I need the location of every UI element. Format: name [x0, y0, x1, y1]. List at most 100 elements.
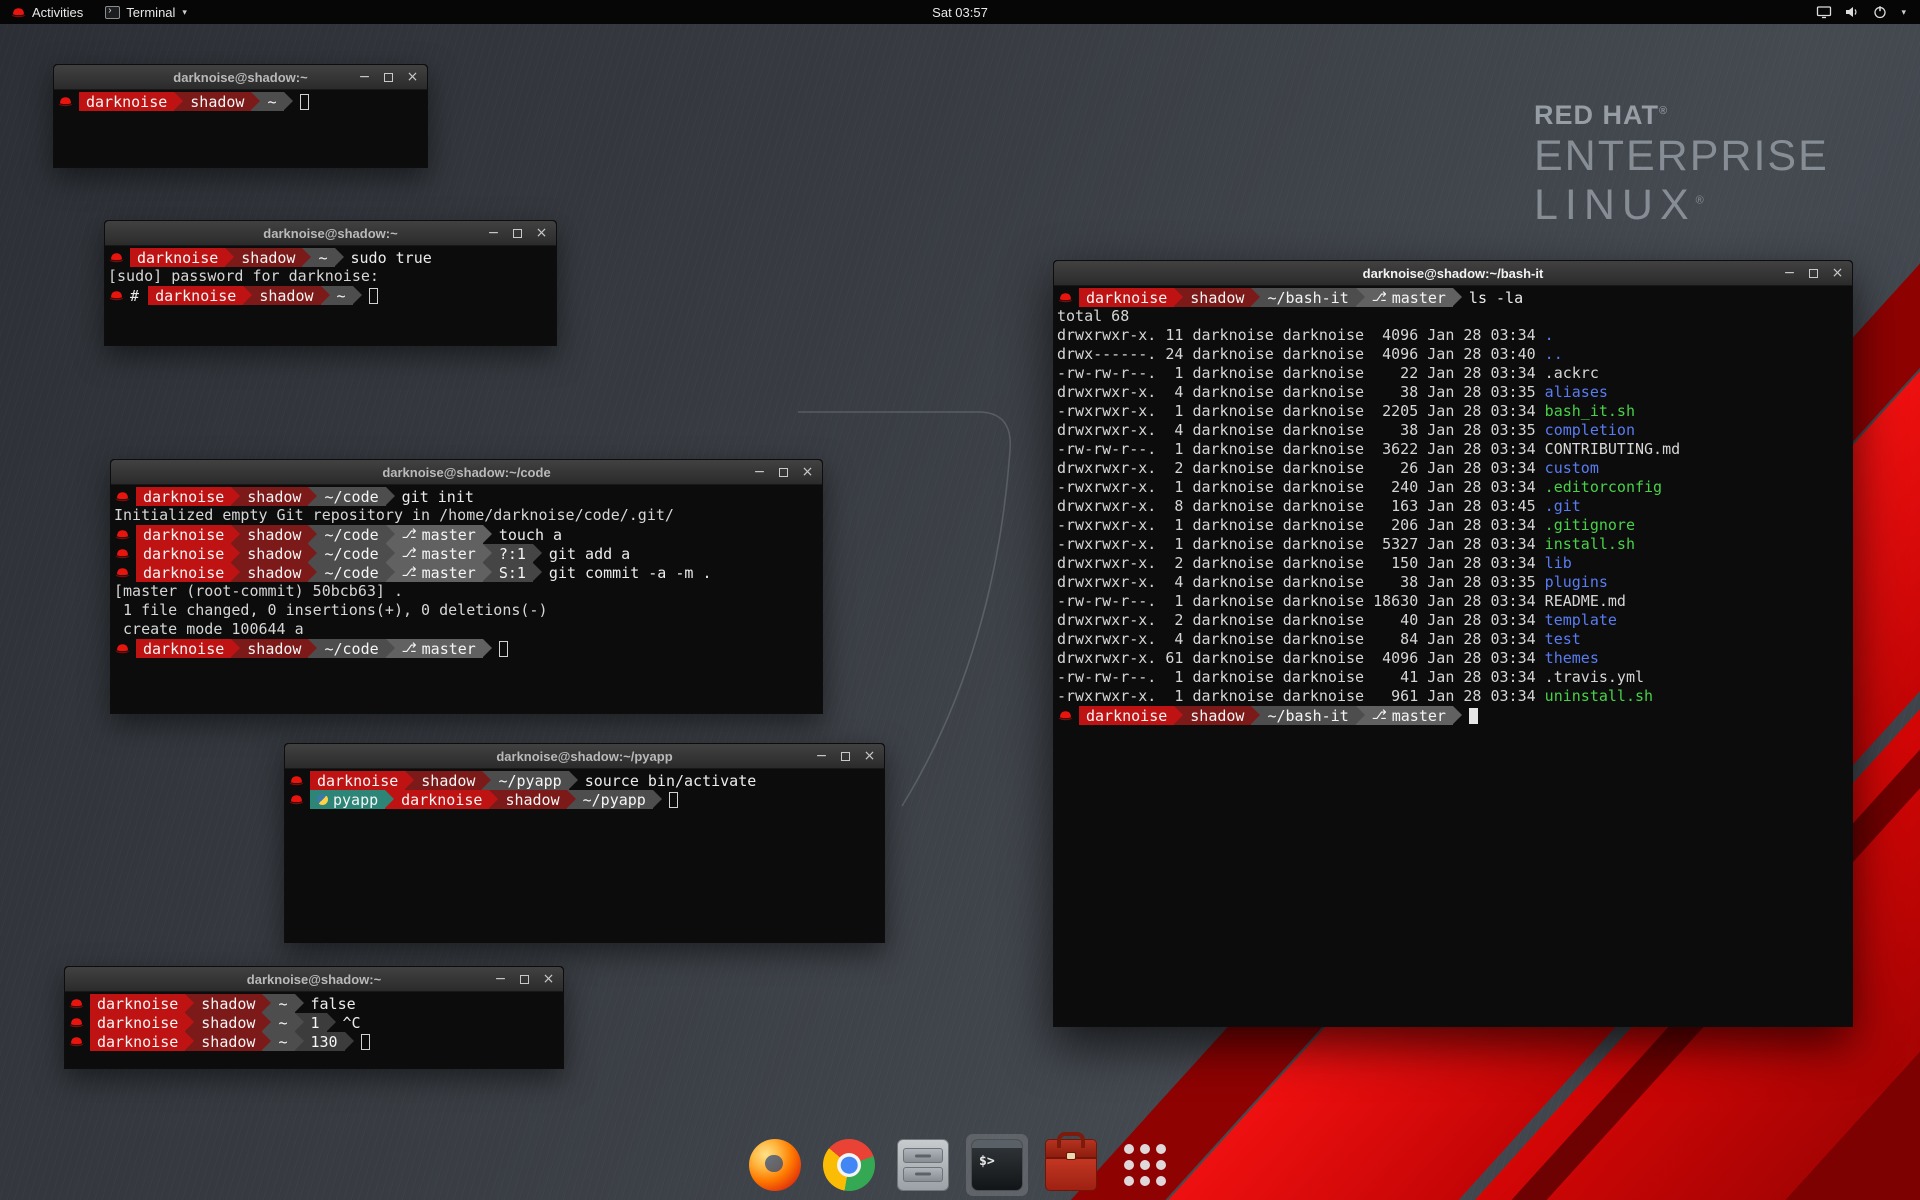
- powerline-triangle: [569, 771, 578, 789]
- powerline-separator-icon: [1174, 288, 1183, 307]
- segment-label: darknoise: [143, 564, 224, 582]
- segment-label: shadow: [421, 772, 475, 790]
- window-maximize-button[interactable]: [518, 973, 531, 986]
- terminal-line: Initialized empty Git repository in /hom…: [114, 506, 818, 525]
- powerline-triangle: [295, 1013, 304, 1031]
- dock-show-applications-button[interactable]: [1114, 1134, 1176, 1196]
- window-titlebar[interactable]: darknoise@shadow:~/code − ×: [111, 460, 822, 485]
- output-text: aliases: [1545, 383, 1608, 401]
- dock-chrome-button[interactable]: [818, 1134, 880, 1196]
- prompt-segment: darknoise: [1079, 288, 1174, 307]
- system-status-area[interactable]: ▾: [1802, 0, 1920, 24]
- window-maximize-button[interactable]: [511, 227, 524, 240]
- prompt-segment: pyapp: [310, 790, 385, 809]
- window-titlebar[interactable]: darknoise@shadow:~−×: [54, 65, 427, 90]
- output-text: .ackrc: [1545, 364, 1599, 382]
- output-text: drwxrwxr-x. 2 darknoise darknoise 26 Jan…: [1057, 459, 1545, 477]
- dock-toolbox-button[interactable]: [1040, 1134, 1102, 1196]
- powerline-triangle: [231, 525, 240, 543]
- prompt-segment: ~/code: [317, 525, 385, 544]
- window-titlebar[interactable]: darknoise@shadow:~/pyapp−×: [285, 744, 884, 769]
- window-close-button[interactable]: ×: [542, 973, 555, 986]
- output-text: drwx------. 24 darknoise darknoise 4096 …: [1057, 345, 1545, 363]
- powerline-triangle: [533, 563, 542, 581]
- terminal-body[interactable]: darknoiseshadow~/pyappsource bin/activat…: [285, 769, 884, 942]
- window-minimize-button[interactable]: −: [358, 71, 371, 84]
- window-title: darknoise@shadow:~/code: [382, 465, 550, 480]
- powerline-triangle: [327, 1013, 336, 1031]
- chrome-dot: [841, 1157, 858, 1174]
- powerline-triangle: [483, 563, 492, 581]
- segment-label: ~/bash-it: [1267, 707, 1348, 725]
- powerline-separator-icon: [1356, 288, 1365, 307]
- branch-icon: ⎇: [1372, 290, 1387, 305]
- terminal-line: -rwxrwxr-x. 1 darknoise darknoise 961 Ja…: [1057, 687, 1848, 706]
- powerline-triangle: [386, 563, 395, 581]
- window-minimize-button[interactable]: −: [1783, 267, 1796, 280]
- segment-label: darknoise: [143, 488, 224, 506]
- terminal-line: drwxrwxr-x. 4 darknoise darknoise 84 Jan…: [1057, 630, 1848, 649]
- window-close-button[interactable]: ×: [801, 466, 814, 479]
- window-close-button[interactable]: ×: [1831, 267, 1844, 280]
- app-menu[interactable]: Terminal ▾: [94, 0, 198, 24]
- output-text: .gitignore: [1545, 516, 1635, 534]
- redhat-prompt-icon: [1058, 292, 1075, 303]
- activities-button[interactable]: Activities: [0, 0, 94, 24]
- redhat-prompt-icon: [1058, 710, 1075, 721]
- terminal-prompt-glyph: $>: [979, 1154, 995, 1169]
- window-titlebar[interactable]: darknoise@shadow:~/bash-it−×: [1054, 261, 1852, 286]
- window-controls: −×: [494, 967, 555, 991]
- window-titlebar[interactable]: darknoise@shadow:~−×: [105, 221, 556, 246]
- segment-label: master: [422, 640, 476, 658]
- dock-firefox-button[interactable]: [744, 1134, 806, 1196]
- output-text: plugins: [1545, 573, 1608, 591]
- window-minimize-button[interactable]: −: [815, 750, 828, 763]
- terminal-line: -rwxrwxr-x. 1 darknoise darknoise 5327 J…: [1057, 535, 1848, 554]
- powerline-separator-icon: [308, 525, 317, 544]
- drawer-bottom: [903, 1167, 943, 1182]
- window-maximize-button[interactable]: [839, 750, 852, 763]
- terminal-line: darknoiseshadow~false: [68, 994, 559, 1013]
- output-text: drwxrwxr-x. 2 darknoise darknoise 40 Jan…: [1057, 611, 1545, 629]
- powerline-separator-icon: [308, 563, 317, 582]
- branch-icon: ⎇: [402, 641, 417, 656]
- terminal-body[interactable]: darknoiseshadow~/bash-it⎇masterls -latot…: [1054, 286, 1852, 1026]
- window-minimize-button[interactable]: −: [494, 973, 507, 986]
- prompt-segment: darknoise: [136, 525, 231, 544]
- output-text: bash_it.sh: [1545, 402, 1635, 420]
- window-maximize-button[interactable]: [382, 71, 395, 84]
- terminal-body[interactable]: darknoiseshadow~: [54, 90, 427, 167]
- segment-label: ~/code: [324, 564, 378, 582]
- window-close-button[interactable]: ×: [406, 71, 419, 84]
- dock-files-button[interactable]: [892, 1134, 954, 1196]
- prompt-segment: shadow: [240, 544, 308, 563]
- prompt-segment: ⎇master: [395, 525, 483, 544]
- terminal-body[interactable]: darknoiseshadow~/codegit initInitialized…: [111, 485, 822, 713]
- window-maximize-button[interactable]: [777, 466, 790, 479]
- terminal-body[interactable]: darknoiseshadow~falsedarknoiseshadow~1^C…: [65, 992, 563, 1068]
- prompt-segment: shadow: [498, 790, 566, 809]
- powerline-triangle: [231, 487, 240, 505]
- clock[interactable]: Sat 03:57: [932, 5, 988, 20]
- segment-label: ~/pyapp: [498, 772, 561, 790]
- terminal-line: darknoiseshadow~/bash-it⎇master: [1057, 706, 1848, 725]
- window-controls: −×: [815, 744, 876, 768]
- window-minimize-button[interactable]: −: [753, 466, 766, 479]
- output-text: template: [1545, 611, 1617, 629]
- redhat-prompt-icon: [69, 998, 86, 1009]
- window-close-button[interactable]: ×: [535, 227, 548, 240]
- window-minimize-button[interactable]: −: [487, 227, 500, 240]
- dock-terminal-button[interactable]: $>: [966, 1134, 1028, 1196]
- output-text: README.md: [1545, 592, 1626, 610]
- terminal-line: 1 file changed, 0 insertions(+), 0 delet…: [114, 601, 818, 620]
- window-titlebar[interactable]: darknoise@shadow:~−×: [65, 967, 563, 992]
- terminal-body[interactable]: darknoiseshadow~sudo true[sudo] password…: [105, 246, 556, 345]
- window-maximize-button[interactable]: [1807, 267, 1820, 280]
- segment-label: ~: [278, 995, 287, 1013]
- segment-label: darknoise: [143, 640, 224, 658]
- window-close-button[interactable]: ×: [863, 750, 876, 763]
- command-text: source bin/activate: [585, 772, 757, 790]
- prompt-segment: darknoise: [394, 790, 489, 809]
- powerline-separator-icon: [483, 525, 492, 544]
- powerline-separator-icon: [321, 286, 330, 305]
